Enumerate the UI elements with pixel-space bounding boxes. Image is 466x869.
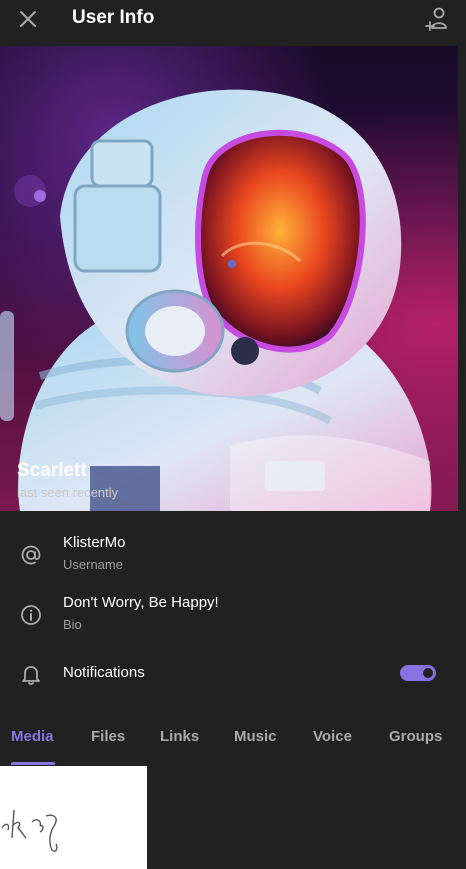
bio-label: Bio <box>63 617 82 632</box>
notifications-row[interactable]: Notifications <box>0 647 466 703</box>
scrollbar[interactable] <box>458 46 466 511</box>
username-row[interactable]: KlisterMo Username <box>0 527 466 583</box>
username-label: Username <box>63 557 123 572</box>
media-tabs: Media Files Links Music Voice Groups <box>0 716 466 766</box>
tab-music[interactable]: Music <box>234 728 277 745</box>
bio-row[interactable]: Don't Worry, Be Happy! Bio <box>0 587 466 643</box>
top-bar: User Info <box>0 0 466 46</box>
astronaut-illustration <box>0 89 432 511</box>
page-title: User Info <box>72 7 155 28</box>
toggle-knob <box>421 666 435 680</box>
media-thumbnail[interactable] <box>0 766 147 869</box>
info-icon <box>21 605 41 625</box>
active-tab-indicator <box>11 762 55 765</box>
media-grid-empty <box>147 766 466 869</box>
profile-name: Scarlett <box>17 460 87 481</box>
tab-media[interactable]: Media <box>11 728 54 745</box>
tab-files[interactable]: Files <box>91 728 125 745</box>
tab-groups[interactable]: Groups <box>389 728 442 745</box>
handwriting-image <box>1 809 58 852</box>
add-contact-icon[interactable] <box>424 6 450 32</box>
last-seen-status: last seen recently <box>17 485 119 500</box>
profile-photo[interactable] <box>0 46 458 511</box>
bio-value: Don't Worry, Be Happy! <box>63 594 219 611</box>
close-icon[interactable] <box>17 8 39 30</box>
notifications-label: Notifications <box>63 664 145 681</box>
bell-icon <box>22 666 40 685</box>
notifications-toggle[interactable] <box>400 665 436 681</box>
tab-links[interactable]: Links <box>160 728 199 745</box>
tab-voice[interactable]: Voice <box>313 728 352 745</box>
at-icon <box>21 545 41 565</box>
username-value: KlisterMo <box>63 534 126 551</box>
